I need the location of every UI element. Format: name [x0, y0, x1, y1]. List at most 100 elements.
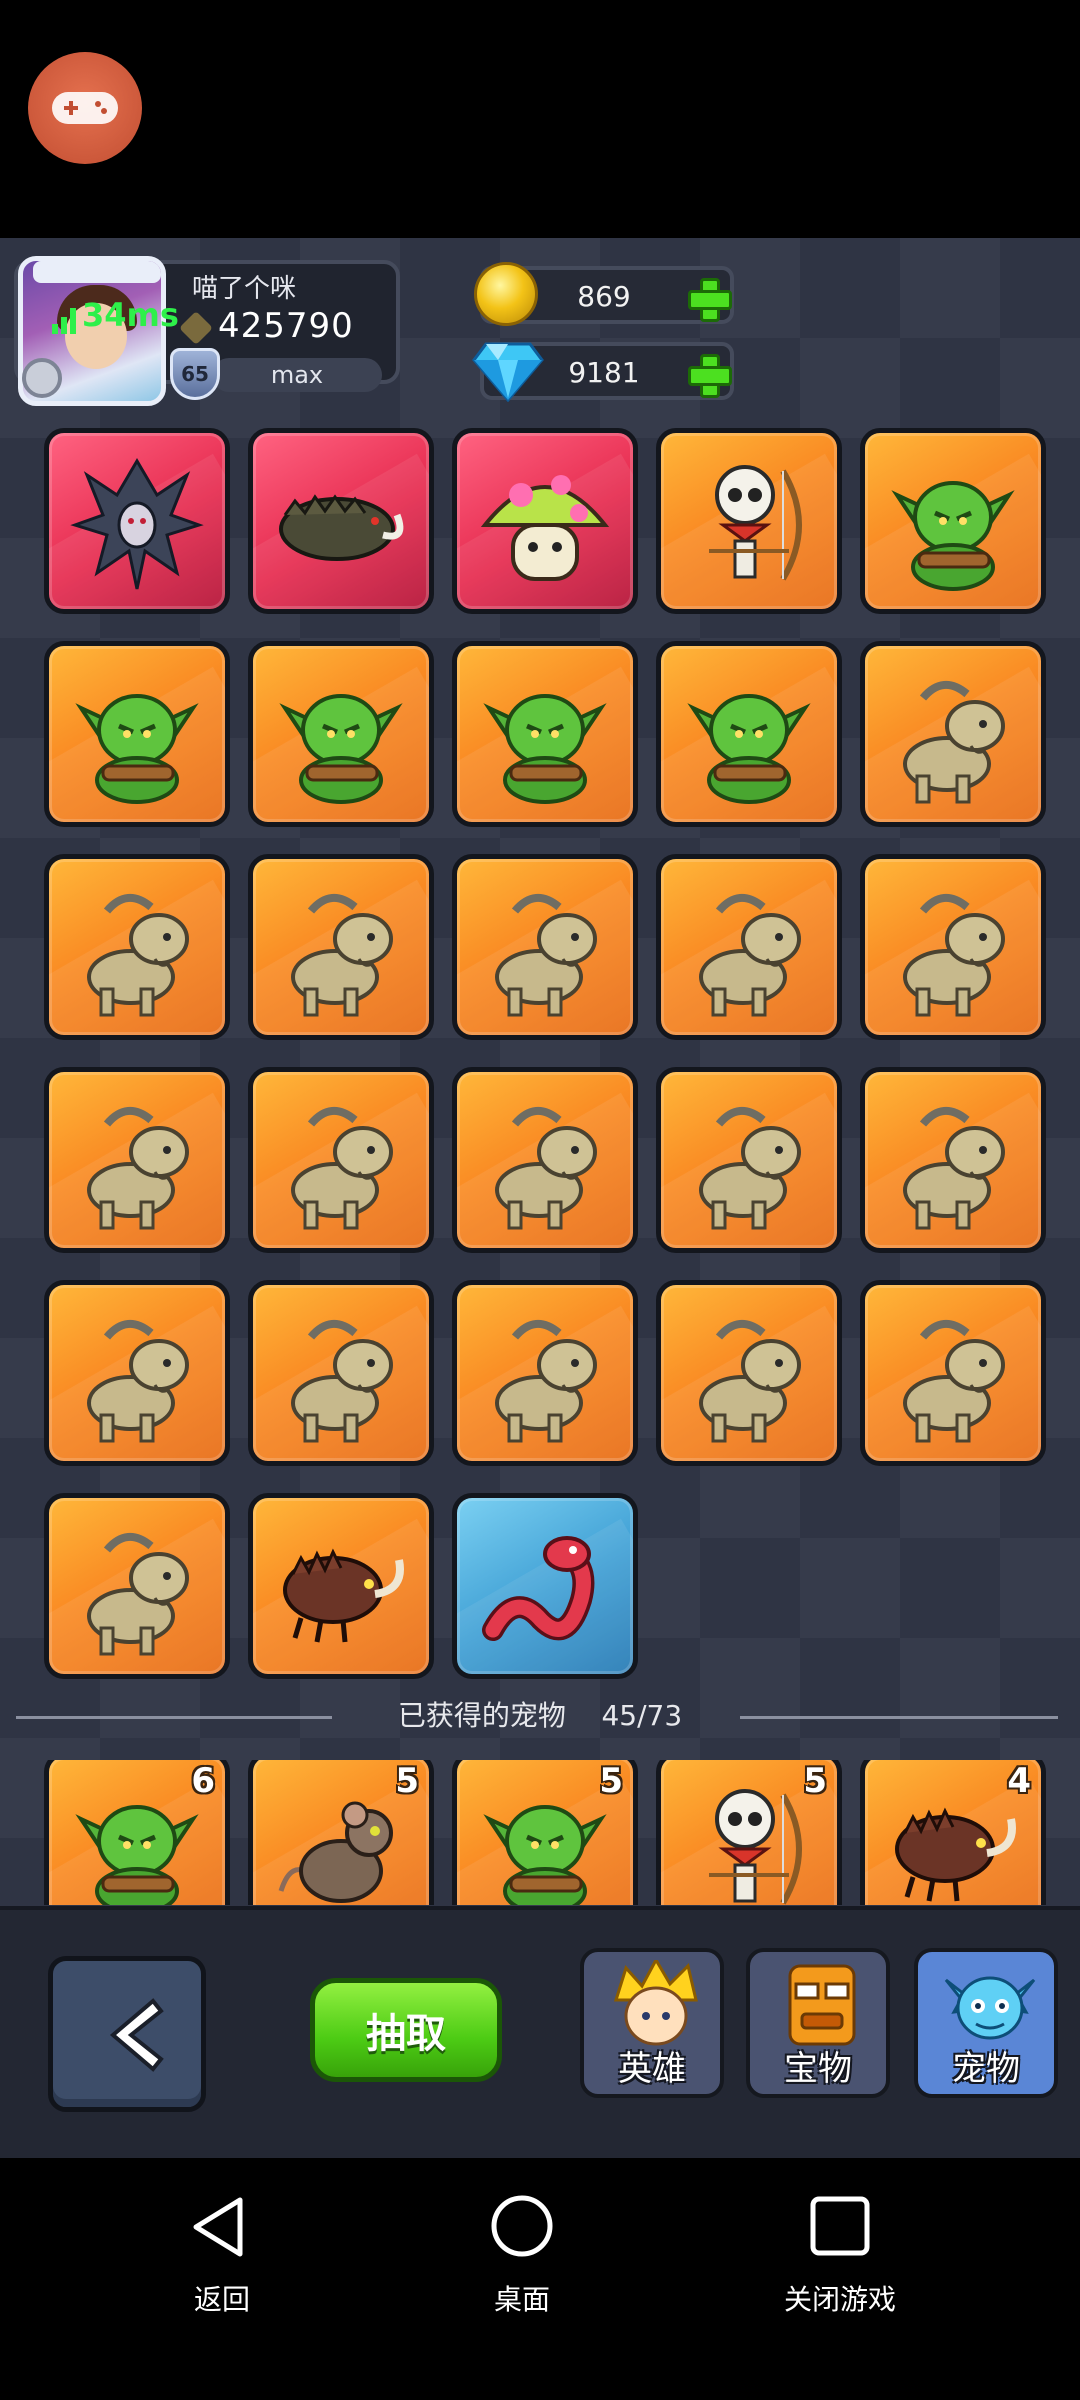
pet-card-rat[interactable]: 5	[248, 1760, 434, 1905]
dragon-pet-icon	[944, 1976, 1036, 2040]
pet-card-goat[interactable]	[248, 1067, 434, 1253]
network-ping: 34ms	[52, 296, 179, 334]
bottom-toolbar: 抽取 英雄 宝物 宠物	[0, 1906, 1080, 2158]
chevron-left-icon	[109, 1998, 164, 2072]
goat-icon	[67, 1520, 207, 1660]
gem-value: 9181	[568, 356, 640, 389]
owned-pets-count: 45/73	[601, 1699, 683, 1732]
game-screen: 34ms 喵了个咪 425790 max 65 869 9181 已获得的宠物 …	[0, 238, 1080, 2158]
draw-button[interactable]: 抽取	[310, 1978, 502, 2082]
goat-icon	[67, 1094, 207, 1234]
beetle-icon	[271, 1520, 411, 1660]
pet-card-goat[interactable]	[44, 854, 230, 1040]
pet-card-goblin[interactable]	[452, 641, 638, 827]
pet-card-goat[interactable]	[44, 1067, 230, 1253]
pet-card-goat[interactable]	[44, 1493, 230, 1679]
back-button[interactable]	[48, 1956, 206, 2112]
triangle-back-icon	[193, 2197, 243, 2257]
goat-icon	[679, 1094, 819, 1234]
worm-icon	[475, 1520, 615, 1660]
goat-icon	[271, 1307, 411, 1447]
pet-card-goblin[interactable]: 6	[44, 1760, 230, 1905]
diamond-icon	[472, 342, 544, 402]
pet-card-goat[interactable]	[452, 1067, 638, 1253]
pet-card-harpy[interactable]	[44, 428, 230, 614]
goblin-icon	[883, 455, 1023, 595]
tab-hero-label: 英雄	[618, 2049, 686, 2089]
goat-icon	[679, 881, 819, 1021]
pet-card-boar[interactable]	[248, 428, 434, 614]
pet-card-goat[interactable]	[860, 854, 1046, 1040]
nav-home-label: 桌面	[493, 2283, 550, 2316]
pet-card-worm[interactable]	[452, 1493, 638, 1679]
owned-pets-header: 已获得的宠物 45/73	[330, 1694, 750, 1734]
goblin-icon	[271, 668, 411, 808]
pet-card-mushroom[interactable]	[452, 428, 638, 614]
pet-card-goat[interactable]	[656, 854, 842, 1040]
goat-icon	[271, 881, 411, 1021]
owned-pets-list: 6 5 5 5 4	[0, 1760, 1080, 1905]
section-divider-left	[16, 1716, 332, 1719]
boar-icon	[271, 455, 411, 595]
settings-gear-icon[interactable]	[22, 358, 62, 398]
pet-card-skeleton-archer[interactable]: 5	[656, 1760, 842, 1905]
beetle-icon	[883, 1779, 1023, 1905]
skeleton-archer-icon	[679, 1779, 819, 1905]
pet-card-goblin[interactable]	[860, 428, 1046, 614]
tab-treasure[interactable]: 宝物	[746, 1948, 890, 2098]
goat-icon	[883, 1307, 1023, 1447]
pet-card-goblin[interactable]: 5	[452, 1760, 638, 1905]
mushroom-icon	[475, 455, 615, 595]
pet-card-beetle[interactable]: 4	[860, 1760, 1046, 1905]
level-badge: 65	[170, 348, 220, 400]
pet-card-goblin[interactable]	[248, 641, 434, 827]
gold-coin-icon	[474, 262, 538, 326]
pet-card-goat[interactable]	[248, 1280, 434, 1466]
hero-icon	[613, 1960, 698, 2046]
goblin-icon	[67, 1779, 207, 1905]
gamepad-icon	[52, 92, 118, 124]
pet-card-goblin[interactable]	[656, 641, 842, 827]
pet-card-goat[interactable]	[452, 1280, 638, 1466]
avatar-frame-crown	[33, 261, 161, 283]
pet-count: 6	[191, 1761, 215, 1801]
pet-card-goat[interactable]	[860, 1280, 1046, 1466]
pet-count: 4	[1007, 1761, 1031, 1801]
tab-pet[interactable]: 宠物	[914, 1948, 1058, 2098]
goblin-icon	[67, 668, 207, 808]
player-score: 425790	[218, 306, 354, 346]
pet-card-goat[interactable]	[656, 1067, 842, 1253]
pet-card-goat[interactable]	[248, 854, 434, 1040]
pet-card-goat[interactable]	[860, 1067, 1046, 1253]
pet-card-beetle[interactable]	[248, 1493, 434, 1679]
pet-count: 5	[803, 1761, 827, 1801]
goat-icon	[67, 881, 207, 1021]
experience-bar: max	[212, 358, 382, 392]
player-name: 喵了个咪	[192, 274, 297, 304]
level-value: 65	[181, 362, 209, 386]
system-nav-bar: 返回 桌面 关闭游戏	[0, 2158, 1080, 2400]
goat-icon	[883, 668, 1023, 808]
harpy-icon	[67, 455, 207, 595]
add-gems-button[interactable]	[686, 352, 732, 398]
pet-count: 5	[395, 1761, 419, 1801]
goblin-icon	[475, 668, 615, 808]
circle-home-icon	[491, 2195, 553, 2257]
pet-card-goat[interactable]	[44, 1280, 230, 1466]
goat-icon	[475, 1094, 615, 1234]
goat-icon	[883, 881, 1023, 1021]
pet-card-goat[interactable]	[656, 1280, 842, 1466]
pet-card-goat[interactable]	[452, 854, 638, 1040]
add-gold-button[interactable]	[686, 276, 732, 322]
pet-card-goat[interactable]	[860, 641, 1046, 827]
nav-close-game-label: 关闭游戏	[783, 2283, 896, 2316]
gold-value: 869	[577, 280, 631, 313]
goat-icon	[883, 1094, 1023, 1234]
game-helper-button[interactable]	[28, 52, 142, 164]
pet-card-goblin[interactable]	[44, 641, 230, 827]
square-icon	[810, 2196, 870, 2256]
pet-card-skeleton-archer[interactable]	[656, 428, 842, 614]
tab-hero[interactable]: 英雄	[580, 1948, 724, 2098]
gold-counter: 869	[474, 262, 734, 326]
ping-value: 34ms	[82, 296, 179, 334]
